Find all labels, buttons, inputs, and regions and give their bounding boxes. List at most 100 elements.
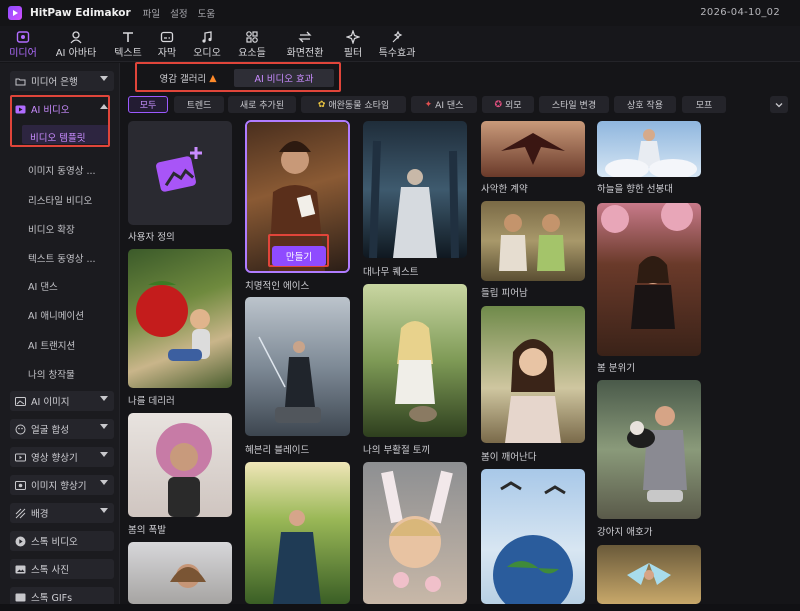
card-caption: 사용자 정의 bbox=[128, 232, 175, 243]
face-mask-icon: ✪ bbox=[494, 99, 502, 110]
thumb-heavenly-blade[interactable] bbox=[245, 297, 350, 436]
thumb-spring-awakens[interactable] bbox=[481, 306, 585, 443]
card-caption: 대나무 퀘스트 bbox=[363, 267, 419, 278]
thumb-spring-burst[interactable] bbox=[128, 413, 232, 517]
thumb-bamboo-quest[interactable] bbox=[363, 121, 467, 258]
menu-settings[interactable]: 설정 bbox=[170, 6, 187, 20]
tool-filter[interactable]: 필터 bbox=[336, 26, 370, 62]
sidebar-subitem-image-to-video[interactable]: 이미지 동영상 ... bbox=[28, 163, 96, 177]
thumb-earth[interactable] bbox=[481, 469, 585, 604]
app-title: HitPaw Edimakor bbox=[30, 7, 131, 19]
thumb-sky-vanguard[interactable] bbox=[597, 121, 701, 177]
sidebar-subitem-restyle-video[interactable]: 리스타일 비디오 bbox=[28, 193, 92, 207]
background-icon bbox=[15, 508, 26, 519]
chip-style-change[interactable]: 스타일 변경 bbox=[539, 96, 609, 113]
thumb-puppy-lover[interactable] bbox=[597, 380, 701, 519]
thumb-strawberry[interactable] bbox=[128, 249, 232, 388]
sidebar-item-image-enhancer[interactable]: 이미지 향상기 bbox=[10, 475, 114, 495]
menu-file[interactable]: 파일 bbox=[143, 6, 160, 20]
chevron-down-icon bbox=[100, 480, 108, 485]
sidebar-item-background[interactable]: 배경 bbox=[10, 503, 114, 523]
chip-trend[interactable]: 트렌드 bbox=[174, 96, 224, 113]
chevron-down-icon[interactable] bbox=[770, 96, 788, 113]
tool-ai-avatar[interactable]: AI 아바타 bbox=[46, 26, 106, 62]
tool-effects[interactable]: 특수효과 bbox=[370, 26, 424, 62]
sidebar-subitem-video-template[interactable]: 비디오 템플릿 bbox=[30, 130, 85, 144]
chip-morph[interactable]: 모프 bbox=[682, 96, 726, 113]
title-bar: HitPaw Edimakor 파일 설정 도움 2026-04-10_02 bbox=[0, 0, 800, 26]
card-caption: 치명적인 에이스 bbox=[245, 281, 310, 292]
menu-bar: 파일 설정 도움 bbox=[143, 6, 215, 20]
photo-icon bbox=[15, 564, 26, 575]
app-logo-icon bbox=[8, 6, 22, 20]
card-caption: 봄 분위기 bbox=[597, 363, 635, 374]
thumb-fairy[interactable] bbox=[597, 545, 701, 604]
tool-audio[interactable]: 오디오 bbox=[184, 26, 230, 62]
folder-icon bbox=[15, 76, 26, 87]
transition-icon bbox=[297, 30, 313, 44]
thumb-tulip-bloom[interactable] bbox=[481, 201, 585, 281]
effects-icon bbox=[389, 30, 405, 44]
main-toolbar: 미디어 AI 아바타 텍스트 자막 오디오 요소들 화면전환 필터 특수효과 bbox=[0, 26, 800, 62]
chip-ai-dance[interactable]: ✦ AI 댄스 bbox=[411, 96, 477, 113]
image-icon bbox=[15, 396, 26, 407]
create-button[interactable]: 만들기 bbox=[272, 246, 326, 266]
chevron-down-icon bbox=[100, 76, 108, 81]
audio-icon bbox=[199, 30, 215, 44]
sidebar-item-ai-image[interactable]: AI 이미지 bbox=[10, 391, 114, 411]
card-caption: 봄의 폭발 bbox=[128, 525, 166, 536]
chip-all[interactable]: 모두 bbox=[128, 96, 168, 113]
elements-icon bbox=[244, 30, 260, 44]
bottom-strip bbox=[0, 604, 800, 611]
subtitle-icon bbox=[159, 30, 175, 44]
add-image-icon bbox=[156, 147, 202, 192]
avatar-icon bbox=[68, 30, 84, 44]
card-caption: 나의 부활절 토끼 bbox=[363, 445, 431, 456]
sidebar: 미디어 은행 AI 비디오 비디오 템플릿 이미지 동영상 ... 리스타일 비… bbox=[0, 63, 120, 611]
sidebar-subitem-ai-dance[interactable]: AI 댄스 bbox=[28, 279, 58, 293]
thumb-spring-vibe[interactable] bbox=[597, 203, 701, 356]
video-enhance-icon bbox=[15, 452, 26, 463]
text-icon bbox=[120, 30, 136, 44]
tab-ai-video-effects[interactable]: AI 비디오 효과 bbox=[234, 69, 334, 87]
sidebar-subitem-my-creations[interactable]: 나의 창작물 bbox=[28, 367, 75, 381]
tool-subtitle[interactable]: 자막 bbox=[150, 26, 184, 62]
gif-icon bbox=[15, 592, 26, 603]
paw-icon: ✿ bbox=[317, 99, 326, 110]
chip-appearance[interactable]: ✪ 외모 bbox=[482, 96, 534, 113]
media-icon bbox=[15, 30, 31, 44]
date-label: 2026-04-10_02 bbox=[700, 7, 780, 18]
card-caption: 하늘을 향한 선봉대 bbox=[597, 184, 673, 195]
chip-pet-showtime[interactable]: ✿ 애완동물 쇼타임 bbox=[301, 96, 406, 113]
thumb-portrait[interactable] bbox=[128, 542, 232, 604]
sidebar-subitem-video-extend[interactable]: 비디오 확장 bbox=[28, 222, 75, 236]
thumb-evil-contract[interactable] bbox=[481, 121, 585, 177]
tool-text[interactable]: 텍스트 bbox=[106, 26, 150, 62]
sidebar-subitem-ai-animation[interactable]: AI 애니메이션 bbox=[28, 308, 84, 322]
custom-card[interactable] bbox=[128, 121, 232, 225]
thumb-easter-bunny[interactable] bbox=[363, 284, 467, 437]
face-icon bbox=[15, 424, 26, 435]
card-caption: 봄이 깨어난다 bbox=[481, 452, 537, 463]
thumb-forest-girl[interactable] bbox=[245, 462, 350, 604]
sidebar-subitem-text-to-video[interactable]: 텍스트 동영상 ... bbox=[28, 251, 96, 265]
tool-media[interactable]: 미디어 bbox=[0, 26, 46, 62]
chip-new[interactable]: 새로 추가된 bbox=[228, 96, 296, 113]
tool-transition[interactable]: 화면전환 bbox=[274, 26, 336, 62]
sidebar-item-stock-video[interactable]: 스톡 비디오 bbox=[10, 531, 114, 551]
chevron-down-icon bbox=[100, 424, 108, 429]
chevron-down-icon bbox=[100, 396, 108, 401]
sidebar-item-media-library[interactable]: 미디어 은행 bbox=[10, 71, 114, 91]
sidebar-subitem-ai-transition[interactable]: AI 트랜지션 bbox=[28, 338, 75, 352]
tab-inspiration-gallery[interactable]: 영감 갤러리 ▲ bbox=[145, 69, 231, 87]
menu-help[interactable]: 도움 bbox=[198, 6, 215, 20]
sidebar-item-video-enhancer[interactable]: 영상 향상기 bbox=[10, 447, 114, 467]
play-icon bbox=[15, 536, 26, 547]
sidebar-item-stock-photo[interactable]: 스톡 사진 bbox=[10, 559, 114, 579]
sidebar-item-face-swap[interactable]: 얼굴 합성 bbox=[10, 419, 114, 439]
card-caption: 들립 피어남 bbox=[481, 288, 528, 299]
tool-elements[interactable]: 요소들 bbox=[230, 26, 274, 62]
card-caption: 나를 데리러 bbox=[128, 396, 175, 407]
thumb-bunny-girl[interactable] bbox=[363, 462, 467, 604]
chip-interaction[interactable]: 상호 작용 bbox=[614, 96, 676, 113]
